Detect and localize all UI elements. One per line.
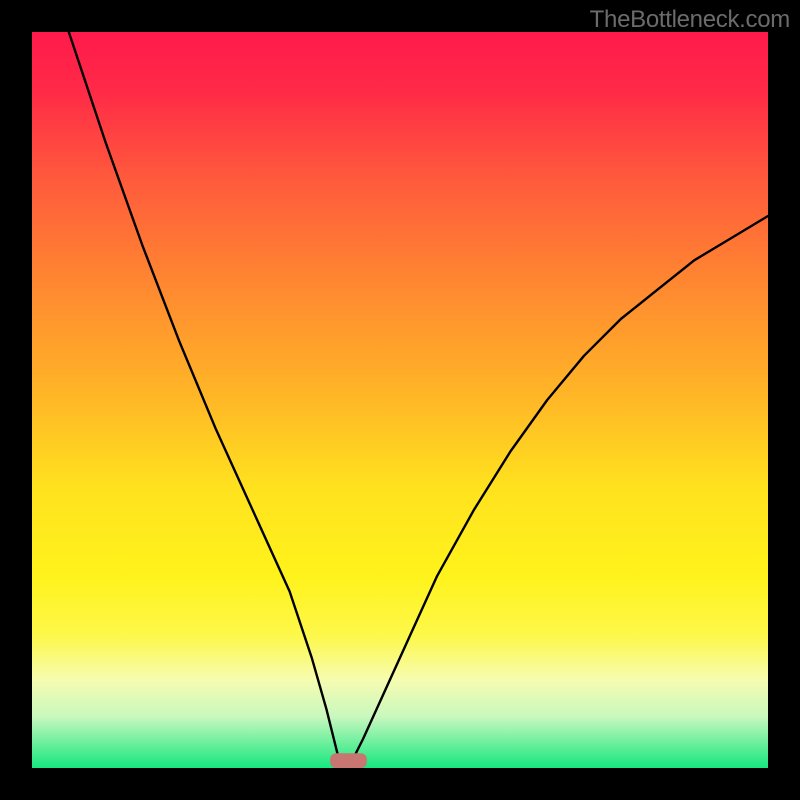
optimum-marker [330,753,367,768]
bottleneck-plot [32,32,768,768]
watermark-text: TheBottleneck.com [590,6,790,34]
chart-frame: TheBottleneck.com [0,0,800,800]
